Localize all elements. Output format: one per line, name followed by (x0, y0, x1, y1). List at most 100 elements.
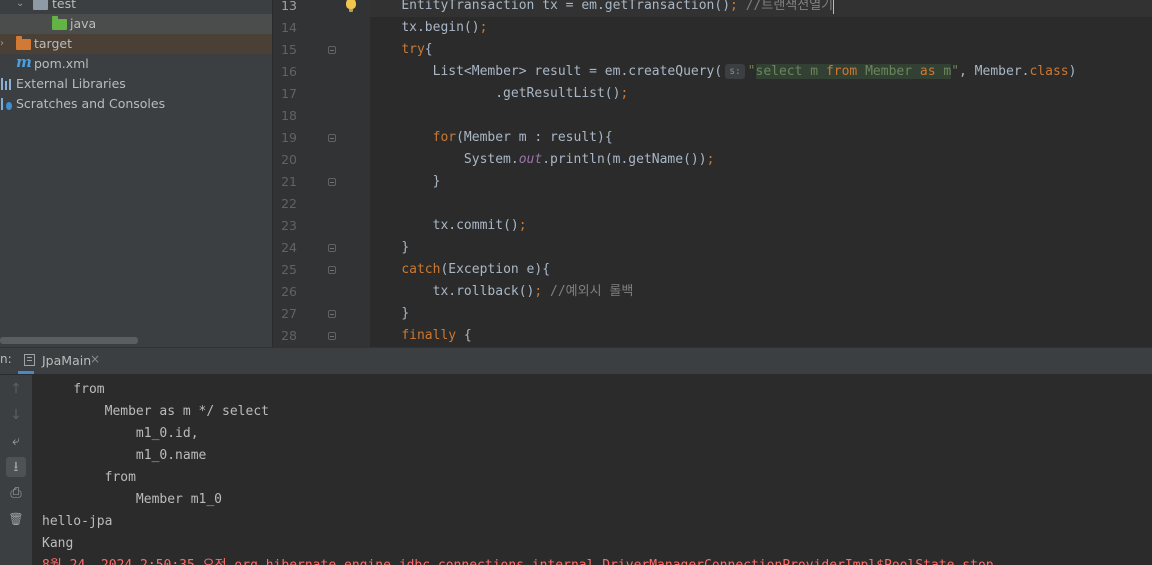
line-number: 27 (281, 306, 297, 321)
code-token: List<Member> result = em.createQuery( (432, 64, 723, 79)
console-line: hello-jpa (42, 514, 113, 529)
code-token: System. (463, 152, 519, 167)
console-line: Member as m */ select (42, 404, 269, 419)
line-number: 24 (281, 240, 297, 255)
tree-item-label: External Libraries (16, 76, 126, 91)
run-tool-header: n: JpaMain × (0, 348, 1152, 375)
fold-marker-icon[interactable] (328, 178, 336, 186)
code-editor[interactable]: EntityTransaction tx = em.getTransaction… (370, 0, 1152, 347)
tree-item-test[interactable]: ⌄ test (0, 0, 272, 14)
fold-marker-icon[interactable] (328, 134, 336, 142)
code-token: ; (706, 152, 715, 167)
soft-wrap-icon[interactable]: ⤶ (6, 431, 26, 451)
tab-label: JpaMain (42, 353, 92, 368)
code-token: ; (620, 86, 629, 101)
print-icon[interactable]: ⎙ (6, 483, 26, 503)
code-token: EntityTransaction tx = em.getTransaction… (401, 0, 731, 13)
line-number: 22 (281, 196, 297, 211)
horizontal-scrollbar[interactable] (0, 337, 138, 344)
code-token: ) (1068, 64, 1077, 79)
arrow-up-icon[interactable]: ↑ (6, 379, 26, 399)
fold-marker-icon[interactable] (328, 310, 336, 318)
tree-item-java[interactable]: java (0, 14, 272, 34)
code-token: ; (479, 20, 488, 35)
code-token: .getResultList() (495, 86, 621, 101)
code-keyword: try (401, 42, 425, 57)
code-keyword: catch (401, 262, 441, 277)
scratches-icon (1, 98, 14, 110)
lightbulb-icon[interactable] (346, 0, 356, 12)
code-token: ; (730, 0, 746, 13)
close-icon[interactable]: × (90, 352, 100, 366)
line-number: 21 (281, 174, 297, 189)
console-line: Kang (42, 536, 74, 551)
tree-item-label: pom.xml (34, 56, 89, 71)
code-line-19: for(Member m : result){ (370, 127, 1152, 149)
code-keyword: from (825, 64, 858, 79)
trash-icon[interactable]: 🗑 (6, 509, 26, 529)
line-number: 20 (281, 152, 297, 167)
code-comment: //예외시 롤백 (550, 284, 634, 299)
code-line-24: } (370, 237, 1152, 259)
folder-icon (33, 0, 48, 10)
line-number: 13 (281, 0, 297, 13)
code-line-20: System.out.println(m.getName()); (370, 149, 1152, 171)
console-output[interactable]: from Member as m */ select m1_0.id, m1_0… (32, 375, 1152, 565)
run-toolbar: ↑ ↓ ⤶ ⭳ ⎙ 🗑 (0, 375, 32, 565)
code-line-15: try{ (370, 39, 1152, 61)
code-token: .println(m.getName()) (542, 152, 707, 167)
console-line: Member m1_0 (42, 492, 223, 507)
line-number: 23 (281, 218, 297, 233)
code-line-21: } (370, 171, 1152, 193)
fold-marker-icon[interactable] (328, 244, 336, 252)
code-string: " (951, 64, 960, 79)
code-token: tx.rollback() (432, 284, 535, 299)
tree-item-external-libraries[interactable]: External Libraries (0, 74, 272, 94)
code-token: , Member. (959, 64, 1030, 79)
tree-item-target[interactable]: › target (0, 34, 272, 54)
run-config-icon (24, 354, 35, 366)
line-number: 26 (281, 284, 297, 299)
code-string: select m (755, 64, 826, 79)
code-token: tx.begin() (401, 20, 480, 35)
line-number: 19 (281, 130, 297, 145)
code-line-25: catch(Exception e){ (370, 259, 1152, 281)
fold-marker-icon[interactable] (328, 266, 336, 274)
chevron-down-icon[interactable]: ⌄ (16, 0, 24, 14)
code-token: (Member m : result){ (456, 130, 613, 145)
code-string: m (935, 64, 952, 79)
code-token: } (432, 174, 441, 189)
editor-gutter: 13 14 15 16 17 18 19 20 21 22 23 24 25 2… (272, 0, 371, 347)
code-token: ; (534, 284, 551, 299)
code-line-26: tx.rollback(); //예외시 롤백 (370, 281, 1152, 303)
tree-item-label: Scratches and Consoles (16, 96, 166, 111)
code-string: " (747, 64, 756, 79)
scroll-to-end-icon[interactable]: ⭳ (6, 457, 26, 477)
run-label: n: (0, 352, 12, 366)
tree-item-scratches[interactable]: Scratches and Consoles (0, 94, 272, 114)
line-number: 18 (281, 108, 297, 123)
code-keyword: finally (401, 328, 457, 343)
fold-marker-icon[interactable] (328, 332, 336, 340)
parameter-hint: s: (725, 64, 745, 79)
console-line: from (42, 382, 105, 397)
chevron-right-icon[interactable]: › (0, 34, 4, 54)
code-keyword: as (919, 64, 936, 79)
code-keyword: class (1029, 64, 1069, 79)
line-number: 16 (281, 64, 297, 79)
code-line-23: tx.commit(); (370, 215, 1152, 237)
code-string: Member (857, 64, 920, 79)
tree-item-pom[interactable]: m pom.xml (0, 53, 272, 74)
console-line: from (42, 470, 136, 485)
code-token: (Exception e){ (440, 262, 551, 277)
excluded-folder-icon (16, 36, 31, 50)
console-line: m1_0.name (42, 448, 207, 463)
tree-item-label: java (70, 16, 97, 31)
tab-jpamain[interactable]: JpaMain × (18, 348, 100, 374)
arrow-down-icon[interactable]: ↓ (6, 405, 26, 425)
fold-marker-icon[interactable] (328, 46, 336, 54)
code-token: ; (518, 218, 527, 233)
code-token: { (456, 328, 472, 343)
code-line-14: tx.begin(); (370, 17, 1152, 39)
code-keyword: for (432, 130, 457, 145)
